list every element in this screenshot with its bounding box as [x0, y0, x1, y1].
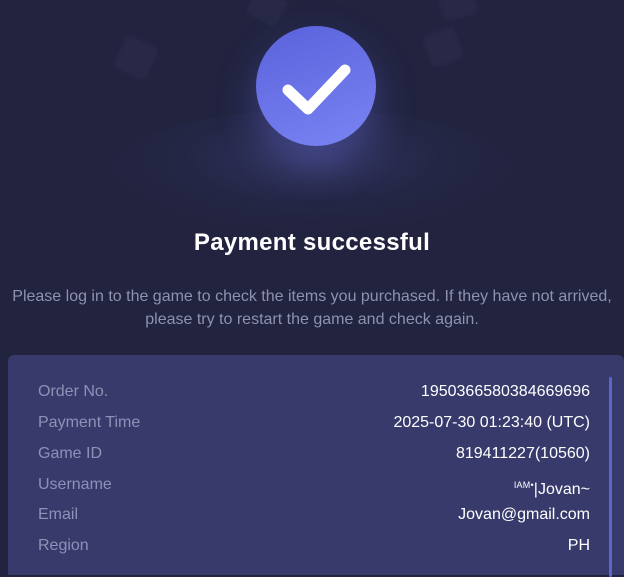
dice-decoration-icon — [244, 0, 290, 29]
dice-decoration-icon — [421, 25, 465, 69]
page-title: Payment successful — [193, 229, 431, 256]
email-label: Email — [38, 506, 79, 523]
check-icon — [282, 64, 351, 115]
region-value: PH — [567, 537, 590, 554]
region-label: Region — [38, 537, 89, 554]
payment-time-label: Payment Time — [38, 414, 141, 431]
payment-description: Please log in to the game to check the i… — [12, 288, 612, 328]
order-details-panel: Order No. 1950366580384669696 Payment Ti… — [8, 355, 624, 577]
username-row: Username IAM•|Jovan~ — [38, 473, 590, 498]
game-id-value: 819411227(10560) — [455, 445, 590, 462]
order-no-label: Order No. — [38, 383, 109, 400]
order-no-row: Order No. 1950366580384669696 — [38, 380, 590, 404]
payment-time-value: 2025-07-30 01:23:40 (UTC) — [393, 414, 590, 431]
username-label: Username — [38, 476, 112, 493]
username-value: IAM•|Jovan~ — [514, 473, 590, 502]
dice-decoration-icon — [112, 34, 160, 82]
username-main: |Jovan~ — [533, 481, 590, 498]
game-id-label: Game ID — [38, 445, 103, 462]
region-row: Region PH — [38, 534, 590, 558]
dice-decoration-icon — [436, 0, 480, 23]
order-no-value: 1950366580384669696 — [420, 383, 590, 400]
username-prefix: IAM• — [513, 480, 534, 490]
email-value: Jovan@gmail.com — [458, 506, 590, 523]
email-row: Email Jovan@gmail.com — [38, 503, 590, 527]
game-id-row: Game ID 819411227(10560) — [38, 442, 590, 466]
panel-scrollbar[interactable] — [609, 377, 612, 577]
payment-time-row: Payment Time 2025-07-30 01:23:40 (UTC) — [38, 411, 590, 435]
success-badge — [256, 26, 376, 146]
